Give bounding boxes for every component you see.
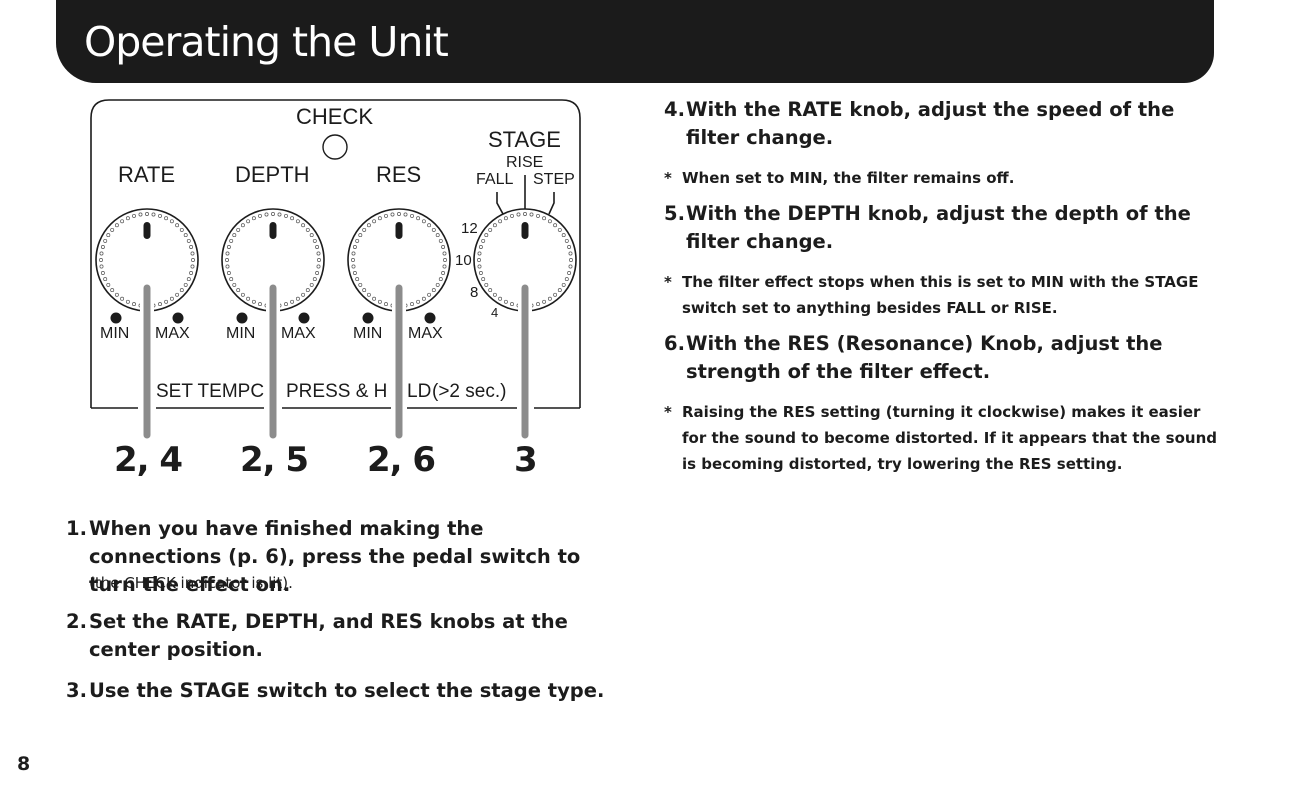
press-hold-label-a: PRESS & H xyxy=(286,381,388,402)
step-3: 3. Use the STAGE switch to select the st… xyxy=(66,677,606,705)
panel-drawing xyxy=(90,99,581,442)
step-1-subnote: (the CHECK indicator is lit). xyxy=(89,574,293,592)
note-text: Raising the RES setting (turning it cloc… xyxy=(682,403,1217,473)
res-knob-label: RES xyxy=(376,162,422,187)
rate-pointer xyxy=(143,222,151,239)
rate-knob-label: RATE xyxy=(118,162,176,187)
asterisk: * xyxy=(664,169,672,187)
press-hold-label-b: LD xyxy=(407,381,432,402)
depth-max-dot xyxy=(298,312,310,324)
note-res: * Raising the RES setting (turning it cl… xyxy=(664,399,1224,477)
control-panel-diagram: CHECK STAGE RISE FALL STEP RATE DEPTH RE… xyxy=(0,0,640,500)
callout-stage: 3 xyxy=(514,440,538,480)
stage-rise-label: RISE xyxy=(506,154,544,171)
step-number: 4. xyxy=(664,98,685,121)
callout-depth: 2, 5 xyxy=(240,440,309,480)
stage-scale-12: 12 xyxy=(461,220,478,237)
step-text: With the RES (Resonance) Knob, adjust th… xyxy=(686,332,1163,383)
step-text: Use the STAGE switch to select the stage… xyxy=(89,679,605,702)
stage-scale-4: 4 xyxy=(491,305,499,320)
asterisk: * xyxy=(664,273,672,291)
res-min-label: MIN xyxy=(353,325,383,342)
check-indicator-icon xyxy=(322,134,348,160)
press-hold-label-c: (>2 sec.) xyxy=(432,381,507,402)
stage-fall-label: FALL xyxy=(476,171,514,188)
asterisk: * xyxy=(664,403,672,421)
step-number: 2. xyxy=(66,610,87,633)
rate-max-dot xyxy=(172,312,184,324)
callout-rate: 2, 4 xyxy=(114,440,183,480)
step-text: With the DEPTH knob, adjust the depth of… xyxy=(686,202,1191,253)
depth-knob-label: DEPTH xyxy=(235,162,310,187)
depth-pointer xyxy=(269,222,277,239)
rate-min-label: MIN xyxy=(100,325,130,342)
callout-res: 2, 6 xyxy=(367,440,436,480)
rate-max-label: MAX xyxy=(155,325,190,342)
step-text: Set the RATE, DEPTH, and RES knobs at th… xyxy=(89,610,568,661)
step-2: 2. Set the RATE, DEPTH, and RES knobs at… xyxy=(66,608,606,664)
stage-pointer xyxy=(521,222,529,239)
check-label: CHECK xyxy=(296,104,374,129)
note-depth: * The filter effect stops when this is s… xyxy=(664,269,1224,321)
depth-min-label: MIN xyxy=(226,325,256,342)
step-4: 4. With the RATE knob, adjust the speed … xyxy=(664,96,1224,152)
step-6: 6. With the RES (Resonance) Knob, adjust… xyxy=(664,330,1224,386)
step-number: 1. xyxy=(66,517,87,540)
step-number: 3. xyxy=(66,679,87,702)
stage-step-label: STEP xyxy=(533,171,575,188)
note-rate: * When set to MIN, the filter remains of… xyxy=(664,165,1224,191)
res-max-label: MAX xyxy=(408,325,443,342)
step-5: 5. With the DEPTH knob, adjust the depth… xyxy=(664,200,1224,256)
step-text: With the RATE knob, adjust the speed of … xyxy=(686,98,1175,149)
step-number: 5. xyxy=(664,202,685,225)
stage-label: STAGE xyxy=(488,127,561,152)
res-max-dot xyxy=(424,312,436,324)
rate-min-dot xyxy=(110,312,122,324)
set-tempo-label: SET TEMPC xyxy=(156,381,265,402)
stage-scale-8: 8 xyxy=(470,284,479,301)
stage-scale-10: 10 xyxy=(455,252,472,269)
note-text: The filter effect stops when this is set… xyxy=(682,273,1199,317)
res-pointer xyxy=(395,222,403,239)
depth-max-label: MAX xyxy=(281,325,316,342)
page-number: 8 xyxy=(17,753,31,775)
note-text: When set to MIN, the filter remains off. xyxy=(682,169,1015,187)
step-number: 6. xyxy=(664,332,685,355)
res-min-dot xyxy=(362,312,374,324)
depth-min-dot xyxy=(236,312,248,324)
